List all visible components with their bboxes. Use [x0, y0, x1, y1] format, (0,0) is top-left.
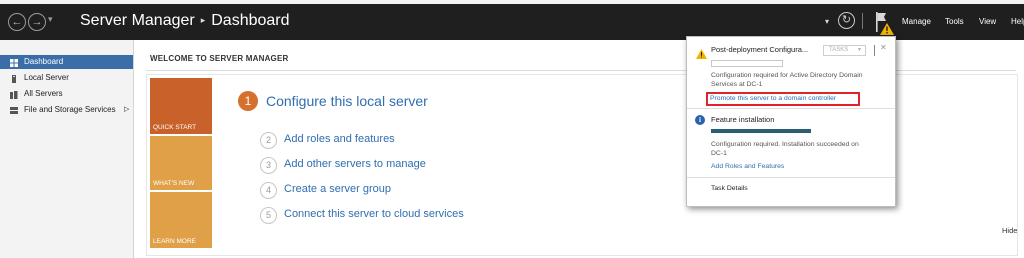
promote-domain-controller-link[interactable]: Promote this server to a domain controll…: [710, 94, 836, 104]
step-number-badge: 1: [238, 91, 258, 111]
sidebar-item-label: File and Storage Services: [24, 105, 116, 114]
app-title: Server Manager: [80, 12, 195, 29]
notification-flag-icon[interactable]: [874, 10, 896, 36]
feature-message-line1: Configuration required. Installation suc…: [711, 141, 859, 148]
breadcrumb-separator: ▸: [200, 15, 206, 25]
page-title: Dashboard: [211, 12, 290, 29]
add-servers-link[interactable]: Add other servers to manage: [284, 158, 426, 170]
step-number: 5: [260, 207, 277, 224]
sidebar-item-all-servers[interactable]: All Servers: [0, 87, 133, 101]
menu-manage[interactable]: Manage: [902, 17, 931, 26]
post-deployment-title: Post-deployment Configura...: [711, 45, 809, 54]
promote-link-highlight: Promote this server to a domain controll…: [706, 92, 860, 106]
tile-whats-new[interactable]: WHAT'S NEW: [150, 136, 212, 190]
server-group-link[interactable]: Create a server group: [284, 183, 391, 195]
menu-tools[interactable]: Tools: [945, 17, 964, 26]
servers-icon: [10, 90, 18, 99]
tile-quick-start[interactable]: QUICK START: [150, 78, 212, 134]
tasks-label: TASKS: [829, 47, 849, 53]
breadcrumb: Server Manager ▸ Dashboard: [80, 12, 290, 30]
chevron-down-icon: ▼: [857, 47, 862, 53]
refresh-dropdown-icon[interactable]: ▾: [825, 17, 829, 26]
tile-label: WHAT'S NEW: [153, 180, 195, 187]
sidebar-item-local-server[interactable]: Local Server: [0, 71, 133, 85]
hide-link[interactable]: Hide: [1002, 226, 1017, 235]
feature-message-line2: DC-1: [711, 150, 727, 157]
header-divider: [862, 13, 863, 29]
popup-divider: [874, 45, 875, 56]
post-deploy-message-line1: Configuration required for Active Direct…: [711, 72, 863, 79]
tile-label: LEARN MORE: [153, 238, 196, 245]
tasks-dropdown[interactable]: TASKS ▼: [823, 45, 866, 56]
sidebar-item-label: Local Server: [24, 73, 69, 82]
feature-progress-fill: [711, 129, 811, 133]
menu-help[interactable]: Help: [1011, 17, 1024, 26]
task-details-link[interactable]: Task Details: [711, 185, 748, 192]
step-number: 2: [260, 132, 277, 149]
tile-learn-more[interactable]: LEARN MORE: [150, 192, 212, 248]
storage-icon: [10, 106, 18, 114]
notification-separator: [687, 108, 895, 109]
header-bar: ← → ▾ Server Manager ▸ Dashboard ▾ ↻ Manag…: [0, 4, 1024, 40]
sidebar: Dashboard Local Server All Servers File …: [0, 40, 134, 258]
back-arrow-icon[interactable]: ←: [8, 13, 26, 31]
sidebar-item-label: All Servers: [24, 89, 63, 98]
sidebar-item-file-storage[interactable]: File and Storage Services ▷: [0, 103, 133, 117]
refresh-icon[interactable]: ↻: [838, 12, 855, 29]
configure-local-server-link[interactable]: Configure this local server: [266, 93, 428, 109]
sidebar-item-label: Dashboard: [24, 57, 64, 66]
menu-view[interactable]: View: [979, 17, 996, 26]
tile-label: QUICK START: [153, 124, 197, 131]
close-icon[interactable]: ✕: [880, 43, 887, 52]
step-number: 4: [260, 182, 277, 199]
info-icon: i: [695, 115, 705, 125]
feature-installation-title: Feature installation: [711, 115, 775, 124]
warning-icon: [696, 46, 707, 59]
welcome-heading: WELCOME TO SERVER MANAGER: [150, 54, 289, 63]
expand-arrow-icon[interactable]: ▷: [124, 103, 129, 117]
dashboard-icon: [10, 58, 18, 67]
feature-progress-bar: [711, 129, 811, 133]
forward-arrow-icon[interactable]: →: [28, 13, 46, 31]
notification-separator: [687, 177, 895, 178]
add-roles-link[interactable]: Add roles and features: [284, 133, 395, 145]
notifications-popup: Post-deployment Configura... TASKS ▼ ✕ Co…: [686, 36, 896, 207]
cloud-services-link[interactable]: Connect this server to cloud services: [284, 208, 464, 220]
add-roles-features-link[interactable]: Add Roles and Features: [711, 163, 784, 170]
sidebar-item-dashboard[interactable]: Dashboard: [0, 55, 133, 69]
post-deploy-progress: [711, 60, 783, 67]
server-icon: [10, 74, 18, 83]
history-dropdown-icon[interactable]: ▾: [48, 14, 53, 25]
step-number: 3: [260, 157, 277, 174]
post-deploy-message-line2: Services at DC-1: [711, 81, 763, 88]
